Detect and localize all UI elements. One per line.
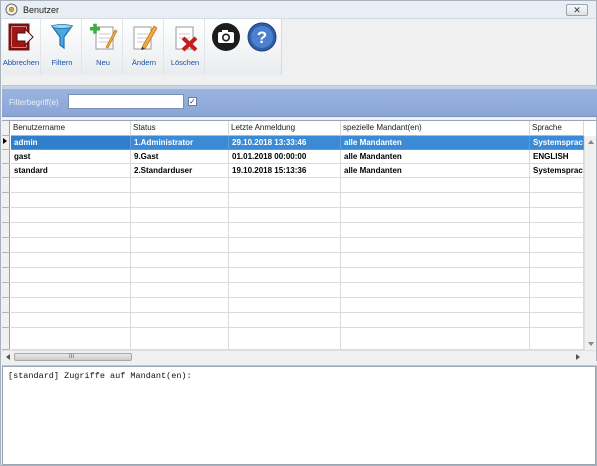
- toolbar: Abbrechen Filtern Neu Ändern Löschen ?: [2, 19, 282, 75]
- funnel-icon: [50, 24, 74, 50]
- filter-checkbox[interactable]: ✓: [188, 97, 197, 106]
- delete-button[interactable]: Löschen: [166, 19, 205, 75]
- scroll-right-icon[interactable]: [576, 354, 580, 360]
- cell-status: 1.Administrator: [131, 136, 229, 150]
- filter-button[interactable]: Filtern: [43, 19, 82, 75]
- empty-row: [11, 283, 584, 298]
- edit-pencil-icon: [133, 25, 158, 50]
- exit-door-icon: [8, 23, 34, 51]
- horizontal-scroll-thumb[interactable]: III: [14, 353, 132, 361]
- cell-last-login: 01.01.2018 00:00:00: [229, 150, 341, 164]
- current-row-arrow-icon: [3, 138, 7, 144]
- mandant-details-textarea[interactable]: [standard] Zugriffe auf Mandant(en):: [2, 366, 596, 465]
- filter-bar: Filterbegriff(e) ✓: [2, 89, 597, 117]
- row-header[interactable]: [2, 150, 10, 164]
- mandant-details-text: [standard] Zugriffe auf Mandant(en):: [8, 371, 192, 381]
- users-table: Benutzername Status Letzte Anmeldung spe…: [2, 120, 596, 361]
- svg-text:?: ?: [257, 28, 267, 47]
- help-icon: ?: [247, 22, 277, 52]
- cell-mandants: alle Mandanten: [341, 136, 530, 150]
- delete-document-icon: [175, 26, 198, 52]
- filter-label: Filtern: [51, 58, 73, 67]
- empty-row: [11, 223, 584, 238]
- horizontal-scrollbar[interactable]: III: [2, 350, 596, 361]
- table-row[interactable]: standard 2.Standarduser 19.10.2018 15:13…: [11, 164, 584, 178]
- new-label: Neu: [96, 58, 110, 67]
- empty-row: [11, 178, 584, 193]
- cell-last-login: 29.10.2018 13:33:46: [229, 136, 341, 150]
- cell-language: Systemsprache: [530, 164, 584, 178]
- column-header-language[interactable]: Sprache: [530, 121, 584, 136]
- column-header-status[interactable]: Status: [131, 121, 229, 136]
- cell-language: ENGLISH: [530, 150, 584, 164]
- cell-status: 2.Standarduser: [131, 164, 229, 178]
- empty-row: [11, 328, 584, 350]
- cell-username: admin: [11, 136, 131, 150]
- scroll-left-icon[interactable]: [6, 354, 10, 360]
- edit-label: Ändern: [131, 58, 157, 67]
- row-header-selected[interactable]: [2, 136, 10, 150]
- cell-username: gast: [11, 150, 131, 164]
- camera-icon: [212, 23, 240, 51]
- row-header-column: [2, 121, 10, 350]
- edit-button[interactable]: Ändern: [125, 19, 164, 75]
- cell-mandants: alle Mandanten: [341, 150, 530, 164]
- column-header-username[interactable]: Benutzername: [11, 121, 131, 136]
- empty-row: [11, 238, 584, 253]
- column-header-mandants[interactable]: spezielle Mandant(en): [341, 121, 530, 136]
- app-icon: [5, 3, 18, 16]
- help-button[interactable]: ?: [245, 19, 283, 75]
- cell-status: 9.Gast: [131, 150, 229, 164]
- empty-row: [11, 193, 584, 208]
- filter-terms-input[interactable]: [68, 94, 184, 109]
- new-button[interactable]: Neu: [84, 19, 123, 75]
- empty-row: [11, 253, 584, 268]
- cell-username: standard: [11, 164, 131, 178]
- cancel-button[interactable]: Abbrechen: [2, 19, 41, 75]
- table-row[interactable]: admin 1.Administrator 29.10.2018 13:33:4…: [11, 136, 584, 150]
- empty-row: [11, 268, 584, 283]
- camera-button[interactable]: [207, 19, 245, 75]
- scroll-up-icon[interactable]: [588, 140, 594, 144]
- row-header[interactable]: [2, 164, 10, 178]
- empty-row: [11, 208, 584, 223]
- empty-row: [11, 313, 584, 328]
- delete-label: Löschen: [170, 58, 200, 67]
- filter-terms-label: Filterbegriff(e): [9, 98, 59, 107]
- column-header-last-login[interactable]: Letzte Anmeldung: [229, 121, 341, 136]
- title-bar: Benutzer ✕: [1, 1, 596, 19]
- empty-row: [11, 298, 584, 313]
- cell-language: Systemsprache: [530, 136, 584, 150]
- vertical-scrollbar[interactable]: [584, 136, 596, 350]
- scroll-down-icon[interactable]: [588, 342, 594, 346]
- cell-mandants: alle Mandanten: [341, 164, 530, 178]
- cancel-label: Abbrechen: [2, 58, 40, 67]
- table-row[interactable]: gast 9.Gast 01.01.2018 00:00:00 alle Man…: [11, 150, 584, 164]
- cell-last-login: 19.10.2018 15:13:36: [229, 164, 341, 178]
- users-window: Benutzer ✕ Abbrechen Filtern Neu Ändern …: [0, 0, 597, 466]
- window-title: Benutzer: [23, 5, 60, 15]
- add-document-icon: [90, 23, 118, 50]
- close-button[interactable]: ✕: [566, 4, 588, 16]
- scroll-grip: III: [69, 354, 75, 360]
